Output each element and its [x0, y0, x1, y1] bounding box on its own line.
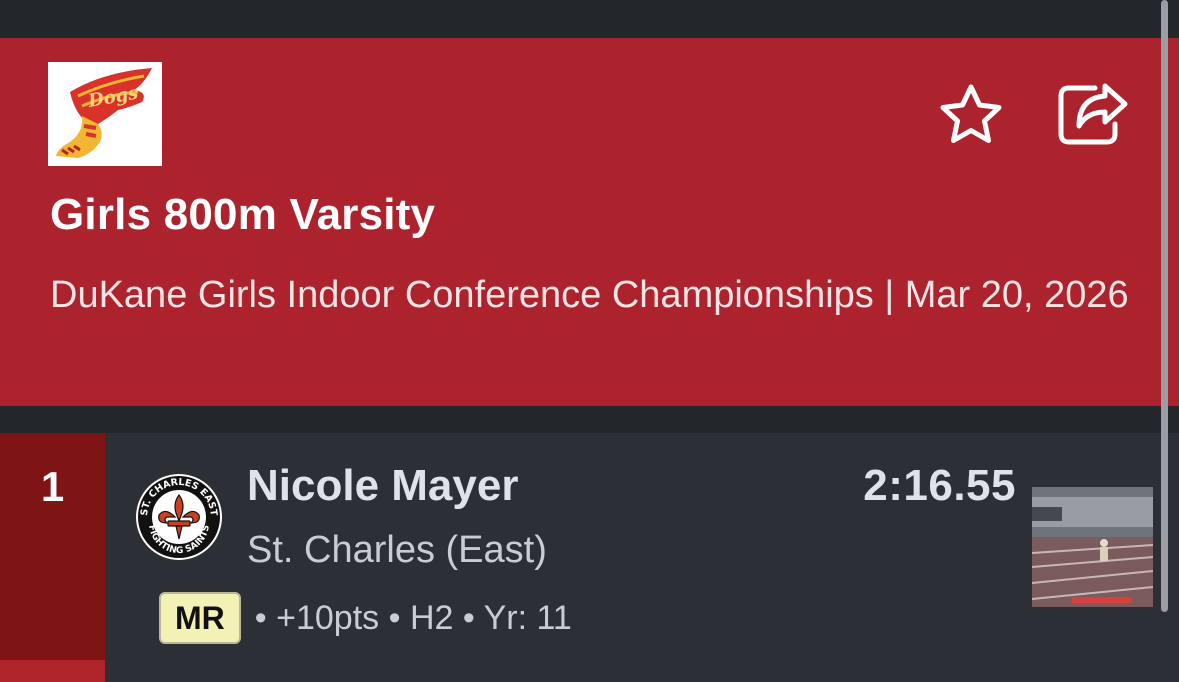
scrollbar[interactable] [1161, 0, 1168, 612]
race-photo-thumbnail[interactable] [1032, 487, 1153, 607]
team-name[interactable]: St. Charles (East) [247, 529, 547, 572]
share-icon [1058, 83, 1128, 145]
share-button[interactable] [1055, 80, 1131, 148]
meet-record-badge: MR [159, 592, 241, 644]
result-mark: 2:16.55 [863, 461, 1016, 510]
event-title: Girls 800m Varsity [50, 190, 436, 239]
meet-logo: Dogs [48, 62, 162, 166]
meet-info: DuKane Girls Indoor Conference Champions… [50, 274, 1129, 316]
result-meta: MR • +10pts • H2 • Yr: 11 [159, 589, 572, 647]
result-row[interactable]: 1 ST. CHARLES EAST FIGHTING SAINTS Nicol… [0, 433, 1179, 682]
result-details: • +10pts • H2 • Yr: 11 [254, 598, 572, 637]
event-header: Dogs Girls 800m Varsity DuKane Girls Ind… [0, 38, 1179, 406]
section-divider [0, 406, 1179, 433]
star-outline-icon [940, 84, 1002, 143]
athlete-name[interactable]: Nicole Mayer [247, 461, 518, 511]
school-logo: ST. CHARLES EAST FIGHTING SAINTS [135, 473, 223, 561]
favorite-button[interactable] [936, 82, 1006, 146]
place-number: 1 [40, 463, 65, 510]
status-bar-area [0, 0, 1179, 38]
place-cell: 1 [0, 433, 105, 682]
next-row-place-edge [0, 660, 105, 682]
